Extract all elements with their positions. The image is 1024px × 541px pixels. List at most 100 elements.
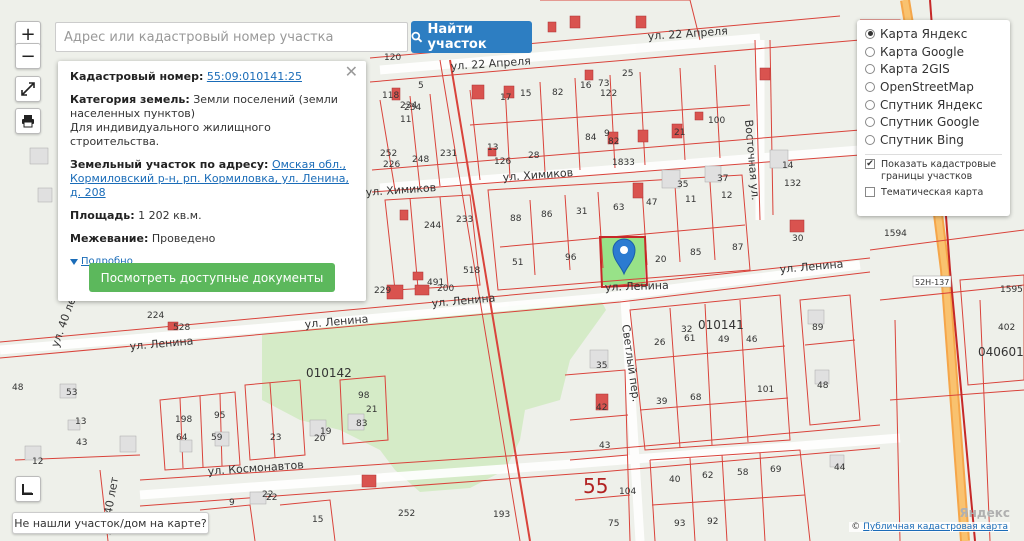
land-category-label: Категория земель:: [70, 93, 190, 106]
parcel-number: 11: [400, 115, 411, 125]
parcel-number: 17: [500, 93, 511, 103]
radio-icon: [865, 64, 875, 75]
checkbox-icon: [865, 186, 875, 197]
parcel-number: 22: [266, 493, 277, 503]
parcel-number: 98: [358, 391, 370, 401]
parcel-number: 39: [656, 397, 668, 407]
parcel-number: 64: [176, 433, 188, 443]
parcel-number: 104: [619, 487, 636, 497]
quarter-label: 040601: [978, 345, 1024, 359]
zoom-out-button[interactable]: −: [15, 43, 41, 69]
parcel-number: 96: [565, 253, 577, 263]
parcel-number: 86: [541, 210, 553, 220]
parcel-number: 15: [312, 515, 323, 525]
parcel-number: 1594: [884, 229, 907, 239]
yandex-watermark: Яндекс: [959, 506, 1010, 520]
cadastral-number-label: Кадастровый номер:: [70, 70, 204, 83]
close-icon[interactable]: ✕: [345, 64, 358, 80]
parcel-number: 68: [690, 393, 702, 403]
parcel-number: 26: [654, 338, 666, 348]
search-icon: [411, 31, 423, 43]
layer-option[interactable]: Карта 2GIS: [865, 60, 1002, 78]
radio-icon: [865, 99, 875, 110]
print-button[interactable]: [15, 108, 41, 134]
parcel-number: 31: [576, 207, 587, 217]
parcel-number: 402: [998, 323, 1015, 333]
parcel-number: 13: [487, 143, 498, 153]
parcel-number: 43: [599, 441, 610, 451]
radio-icon: [865, 134, 875, 145]
fullscreen-button[interactable]: [15, 76, 41, 102]
layer-option[interactable]: Спутник Bing: [865, 131, 1002, 149]
thematic-map-checkbox[interactable]: Тематическая карта: [865, 186, 1002, 199]
area-label: Площадь:: [70, 209, 135, 222]
area-row: Площадь: 1 202 кв.м.: [70, 209, 354, 223]
thematic-map-label: Тематическая карта: [881, 186, 984, 198]
parcel-number: 12: [721, 191, 732, 201]
parcel-number: 21: [674, 128, 685, 138]
parcel-number: 32: [681, 325, 692, 335]
parcel-number: 248: [412, 155, 429, 165]
cadastral-number-row: Кадастровый номер: 55:09:010141:25: [70, 70, 354, 84]
cadastral-number-link[interactable]: 55:09:010141:25: [207, 70, 302, 83]
parcel-number: 126: [494, 157, 511, 167]
parcel-number: 21: [366, 405, 377, 415]
parcel-number: 244: [424, 221, 441, 231]
checkbox-icon: ✔: [865, 158, 875, 169]
quarter-label: 010142: [306, 366, 352, 380]
radio-icon: [865, 117, 875, 128]
survey-label: Межевание:: [70, 232, 149, 245]
parcel-number: 46: [746, 335, 758, 345]
parcel-number: 252: [380, 149, 397, 159]
attribution: © Публичная кадастровая карта: [849, 522, 1010, 532]
land-use-value: Для индивидуального жилищного строительс…: [70, 121, 271, 148]
parcel-number: 47: [646, 198, 657, 208]
parcel-number: 49: [718, 335, 730, 345]
parcel-number: 198: [175, 415, 192, 425]
parcel-number: 233: [456, 215, 473, 225]
printer-icon: [22, 115, 34, 128]
parcel-number: 118: [382, 91, 399, 101]
parcel-number: 92: [707, 517, 718, 527]
parcel-number: 51: [512, 258, 523, 268]
search-input[interactable]: [55, 22, 408, 52]
parcel-number: 59: [211, 433, 223, 443]
parcel-number: 12: [32, 457, 43, 467]
layer-option[interactable]: OpenStreetMap: [865, 78, 1002, 96]
parcel-number: 73: [598, 79, 609, 89]
parcel-number: 85: [690, 248, 701, 258]
parcel-number: 48: [12, 383, 24, 393]
search-button[interactable]: Найти участок: [411, 21, 532, 53]
layer-option-label: Карта Google: [880, 44, 964, 59]
parcel-number: 40: [669, 475, 681, 485]
parcel-number: 35: [596, 361, 607, 371]
parcel-number: 14: [782, 161, 794, 171]
parcel-number: 44: [834, 463, 846, 473]
parcel-number: 518: [463, 266, 480, 276]
expand-icon: [21, 82, 35, 96]
radio-icon: [865, 46, 875, 57]
measure-button[interactable]: [15, 476, 41, 502]
layer-option[interactable]: Спутник Яндекс: [865, 96, 1002, 114]
quarter-number: 55: [583, 474, 608, 498]
parcel-number: 69: [770, 465, 782, 475]
parcel-number: 83: [356, 419, 367, 429]
attribution-link[interactable]: Публичная кадастровая карта: [863, 522, 1008, 532]
layer-option[interactable]: Спутник Google: [865, 113, 1002, 131]
show-borders-checkbox[interactable]: ✔ Показать кадастровые границы участков: [865, 158, 1002, 183]
not-found-button[interactable]: Не нашли участок/дом на карте?: [12, 512, 209, 534]
layer-option[interactable]: Карта Google: [865, 43, 1002, 61]
parcel-number: 61: [684, 334, 695, 344]
parcel-number: 101: [757, 385, 774, 395]
parcel-number: 231: [440, 149, 457, 159]
parcel-number: 120: [384, 53, 401, 63]
parcel-number: 48: [817, 381, 829, 391]
parcel-number: 20: [655, 255, 667, 265]
show-borders-label: Показать кадастровые границы участков: [881, 158, 997, 182]
parcel-number: 15: [520, 89, 531, 99]
parcel-number: 16: [580, 81, 592, 91]
layer-option[interactable]: Карта Яндекс: [865, 25, 1002, 43]
parcel-number: 43: [76, 438, 87, 448]
parcel-number: 200: [437, 284, 454, 294]
view-documents-button[interactable]: Посмотреть доступные документы: [89, 263, 335, 292]
